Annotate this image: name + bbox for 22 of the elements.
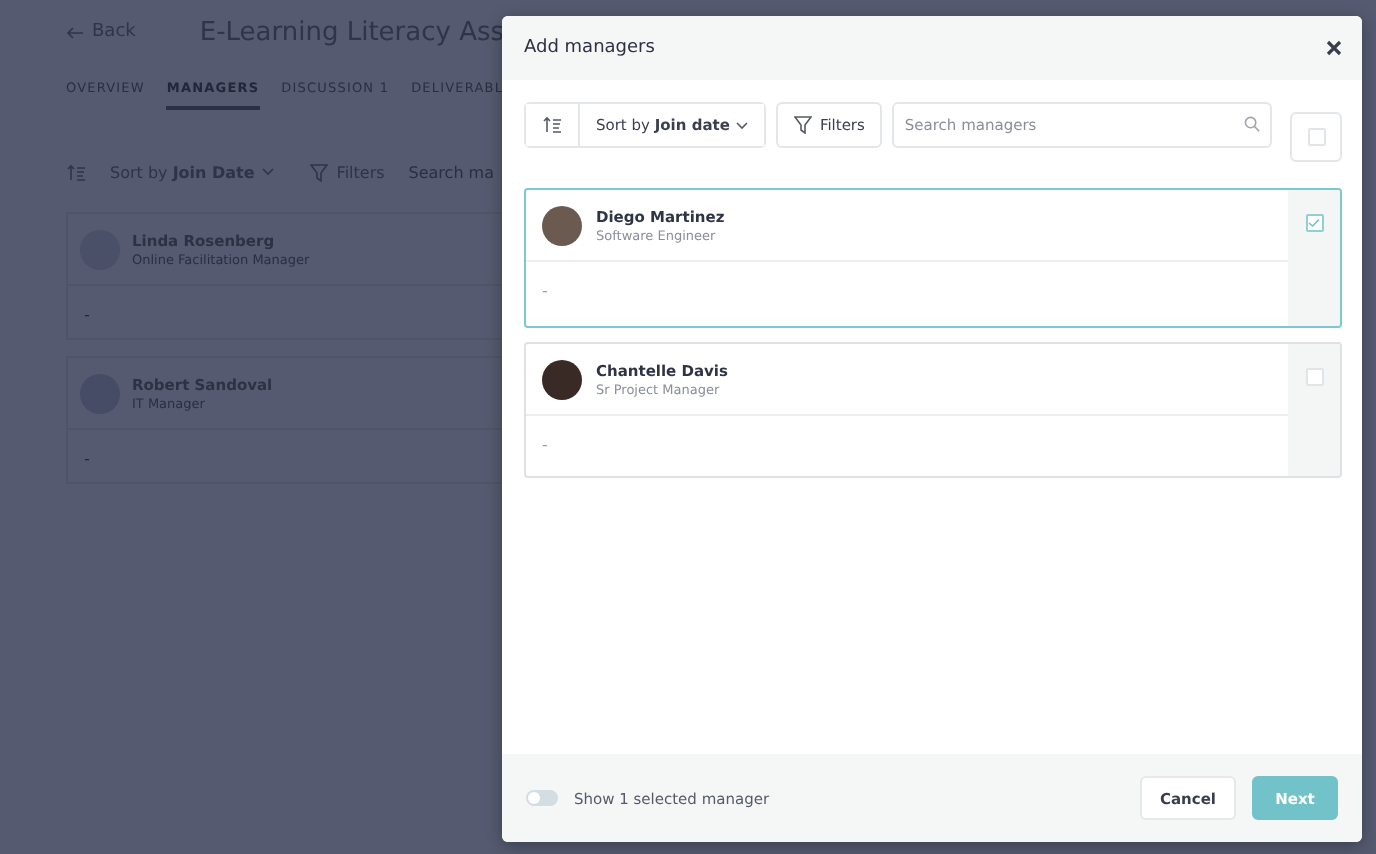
- manager-note: -: [540, 434, 550, 454]
- caret-icon: [735, 121, 748, 129]
- checkbox[interactable]: [1307, 128, 1325, 146]
- checkbox[interactable]: [1305, 368, 1323, 386]
- select-all-control[interactable]: [1290, 112, 1342, 162]
- sort-order-button[interactable]: [526, 104, 580, 146]
- sort-icon: [66, 163, 86, 181]
- back-arrow-icon: [66, 25, 84, 39]
- manager-note: -: [82, 448, 92, 468]
- avatar: [542, 359, 582, 399]
- checkbox[interactable]: [1305, 214, 1323, 232]
- close-button[interactable]: [1326, 40, 1342, 56]
- sort-icon: [542, 116, 562, 134]
- caret-icon: [262, 168, 275, 176]
- toggle-switch[interactable]: [526, 790, 558, 806]
- manager-note: -: [82, 304, 92, 324]
- avatar: [542, 205, 582, 245]
- filter-icon: [793, 116, 812, 134]
- filter-icon: [310, 163, 329, 181]
- search-icon: [1244, 116, 1260, 132]
- manager-note: -: [540, 280, 550, 300]
- dialog-title: Add managers: [524, 38, 655, 58]
